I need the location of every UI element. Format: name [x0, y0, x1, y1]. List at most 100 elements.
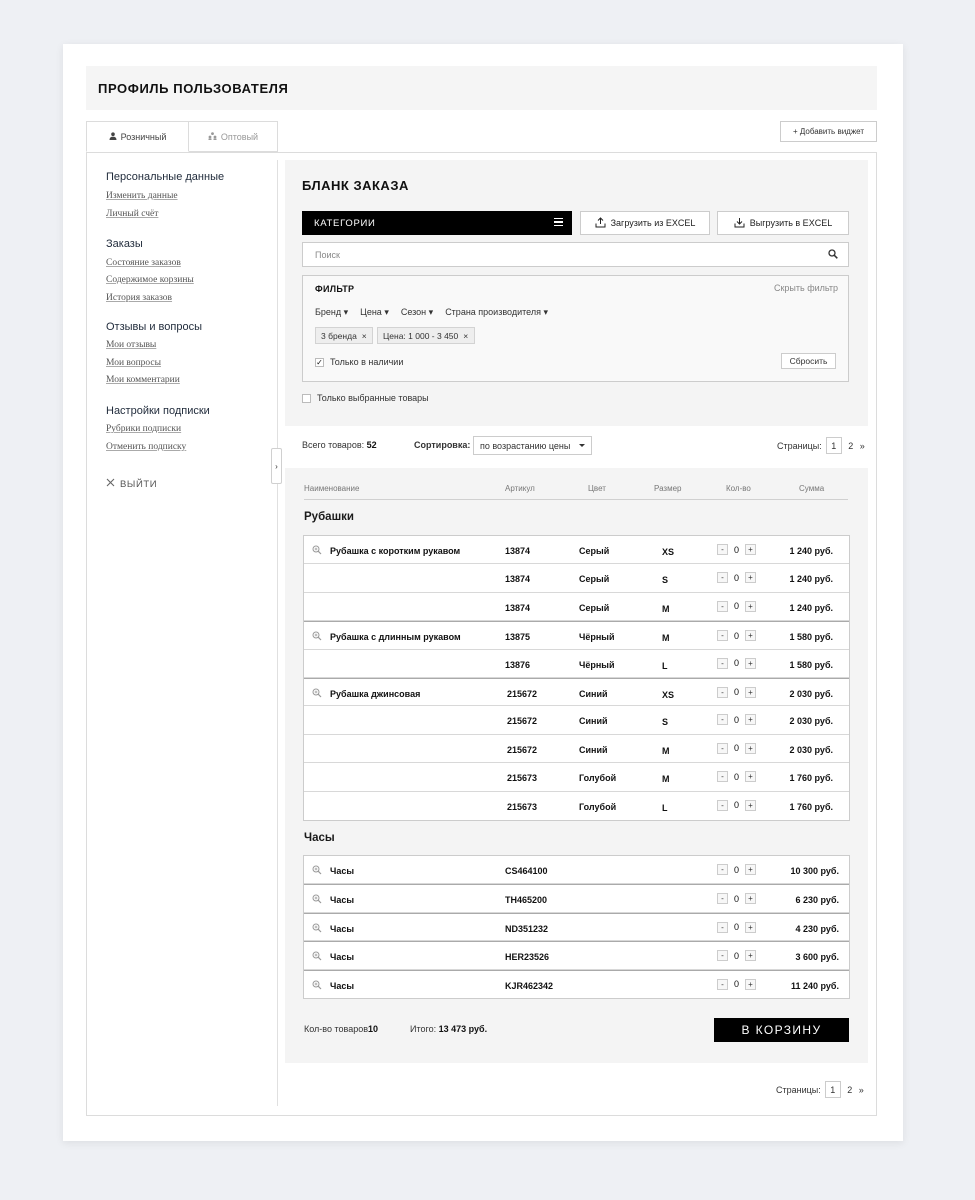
product-color: Серый [579, 574, 610, 585]
increment-button[interactable]: + [745, 864, 757, 875]
zoom-icon[interactable] [312, 894, 322, 904]
decrement-button[interactable]: - [717, 893, 728, 905]
decrement-button[interactable]: - [717, 742, 728, 754]
sidebar-link-subscription-topics[interactable]: Рубрики подписки [106, 424, 181, 434]
add-to-cart-button[interactable]: В КОРЗИНУ [714, 1018, 849, 1042]
search-icon[interactable] [828, 249, 838, 259]
product-name[interactable]: Часы [330, 981, 354, 991]
filter-country-dropdown[interactable]: Страна производителя ▾ [445, 307, 548, 318]
next-page-button[interactable]: » [860, 441, 865, 451]
search-input[interactable]: Поиск [302, 242, 849, 267]
sidebar-collapse-handle[interactable]: › [271, 448, 282, 484]
zoom-icon[interactable] [312, 631, 322, 641]
decrement-button[interactable]: - [717, 657, 728, 669]
sidebar-link-account[interactable]: Личный счёт [106, 209, 158, 219]
quantity-value[interactable]: 0 [734, 772, 739, 782]
tab-wholesale[interactable]: Оптовый [189, 121, 278, 152]
sidebar-link-order-status[interactable]: Состояние заказов [106, 258, 181, 268]
decrement-button[interactable]: - [717, 921, 728, 933]
page-2-button[interactable]: 2 [845, 1085, 855, 1095]
increment-button[interactable]: + [745, 572, 757, 584]
quantity-value[interactable]: 0 [734, 601, 739, 611]
page-1-button[interactable]: 1 [825, 437, 842, 454]
product-name[interactable]: Рубашка джинсовая [330, 689, 420, 699]
zoom-icon[interactable] [312, 865, 322, 875]
quantity-value[interactable]: 0 [734, 658, 739, 668]
product-name[interactable]: Рубашка с коротким рукавом [330, 546, 460, 556]
decrement-button[interactable]: - [717, 686, 728, 698]
quantity-value[interactable]: 0 [734, 894, 739, 904]
sort-select[interactable]: по возрастанию цены [473, 436, 592, 455]
download-excel-button[interactable]: Выгрузить в EXCEL [717, 211, 849, 235]
product-name[interactable]: Часы [330, 952, 354, 962]
increment-button[interactable]: + [745, 893, 757, 905]
sidebar-link-my-comments[interactable]: Мои комментарии [106, 375, 180, 385]
decrement-button[interactable]: - [717, 630, 728, 642]
quantity-value[interactable]: 0 [734, 631, 739, 641]
decrement-button[interactable]: - [717, 771, 728, 783]
quantity-value[interactable]: 0 [734, 922, 739, 932]
sidebar-link-edit-data[interactable]: Изменить данные [106, 191, 178, 201]
product-name[interactable]: Часы [330, 895, 354, 905]
decrement-button[interactable]: - [717, 544, 728, 555]
filter-brand-dropdown[interactable]: Бренд ▾ [315, 307, 348, 318]
decrement-button[interactable]: - [717, 864, 728, 875]
product-name[interactable]: Часы [330, 866, 354, 876]
increment-button[interactable]: + [745, 657, 757, 669]
decrement-button[interactable]: - [717, 978, 728, 990]
increment-button[interactable]: + [745, 978, 757, 990]
zoom-icon[interactable] [312, 980, 322, 990]
quantity-value[interactable]: 0 [734, 545, 739, 555]
increment-button[interactable]: + [745, 799, 757, 811]
reset-filter-button[interactable]: Сбросить [781, 353, 836, 369]
increment-button[interactable]: + [745, 714, 757, 726]
sidebar-link-cart-contents[interactable]: Содержимое корзины [106, 275, 194, 285]
decrement-button[interactable]: - [717, 600, 728, 612]
filter-price-dropdown[interactable]: Цена ▾ [360, 307, 389, 318]
decrement-button[interactable]: - [717, 799, 728, 811]
quantity-value[interactable]: 0 [734, 573, 739, 583]
increment-button[interactable]: + [745, 771, 757, 783]
increment-button[interactable]: + [745, 630, 757, 642]
zoom-icon[interactable] [312, 688, 322, 698]
increment-button[interactable]: + [745, 686, 757, 698]
quantity-value[interactable]: 0 [734, 951, 739, 961]
next-page-button[interactable]: » [859, 1085, 864, 1095]
product-name[interactable]: Часы [330, 924, 354, 934]
only-selected-checkbox[interactable]: Только выбранные товары [302, 393, 429, 403]
close-icon[interactable]: × [463, 331, 468, 341]
close-icon[interactable]: × [362, 331, 367, 341]
tab-retail[interactable]: Розничный [86, 121, 189, 152]
increment-button[interactable]: + [745, 600, 757, 612]
sidebar-link-my-questions[interactable]: Мои вопросы [106, 358, 161, 368]
increment-button[interactable]: + [745, 544, 757, 555]
logout-button[interactable]: ВЫЙТИ [106, 478, 157, 490]
increment-button[interactable]: + [745, 921, 757, 933]
page-2-button[interactable]: 2 [846, 441, 856, 451]
in-stock-checkbox[interactable]: ✓ Только в наличии [315, 357, 403, 367]
increment-button[interactable]: + [745, 742, 757, 754]
quantity-value[interactable]: 0 [734, 800, 739, 810]
decrement-button[interactable]: - [717, 950, 728, 962]
sidebar-link-my-reviews[interactable]: Мои отзывы [106, 340, 156, 350]
quantity-value[interactable]: 0 [734, 979, 739, 989]
quantity-value[interactable]: 0 [734, 687, 739, 697]
add-widget-button[interactable]: + Добавить виджет [780, 121, 877, 142]
zoom-icon[interactable] [312, 545, 322, 555]
upload-excel-button[interactable]: Загрузить из EXCEL [580, 211, 710, 235]
page-1-button[interactable]: 1 [824, 1081, 841, 1098]
decrement-button[interactable]: - [717, 572, 728, 584]
quantity-value[interactable]: 0 [734, 865, 739, 875]
categories-dropdown[interactable]: КАТЕГОРИИ [302, 211, 572, 235]
quantity-value[interactable]: 0 [734, 715, 739, 725]
hide-filter-link[interactable]: Скрыть фильтр [774, 283, 838, 293]
sidebar-link-unsubscribe[interactable]: Отменить подписку [106, 442, 186, 452]
zoom-icon[interactable] [312, 923, 322, 933]
quantity-value[interactable]: 0 [734, 743, 739, 753]
decrement-button[interactable]: - [717, 714, 728, 726]
sidebar-link-order-history[interactable]: История заказов [106, 293, 172, 303]
zoom-icon[interactable] [312, 951, 322, 961]
product-name[interactable]: Рубашка с длинным рукавом [330, 632, 461, 642]
filter-season-dropdown[interactable]: Сезон ▾ [401, 307, 433, 318]
increment-button[interactable]: + [745, 950, 757, 962]
